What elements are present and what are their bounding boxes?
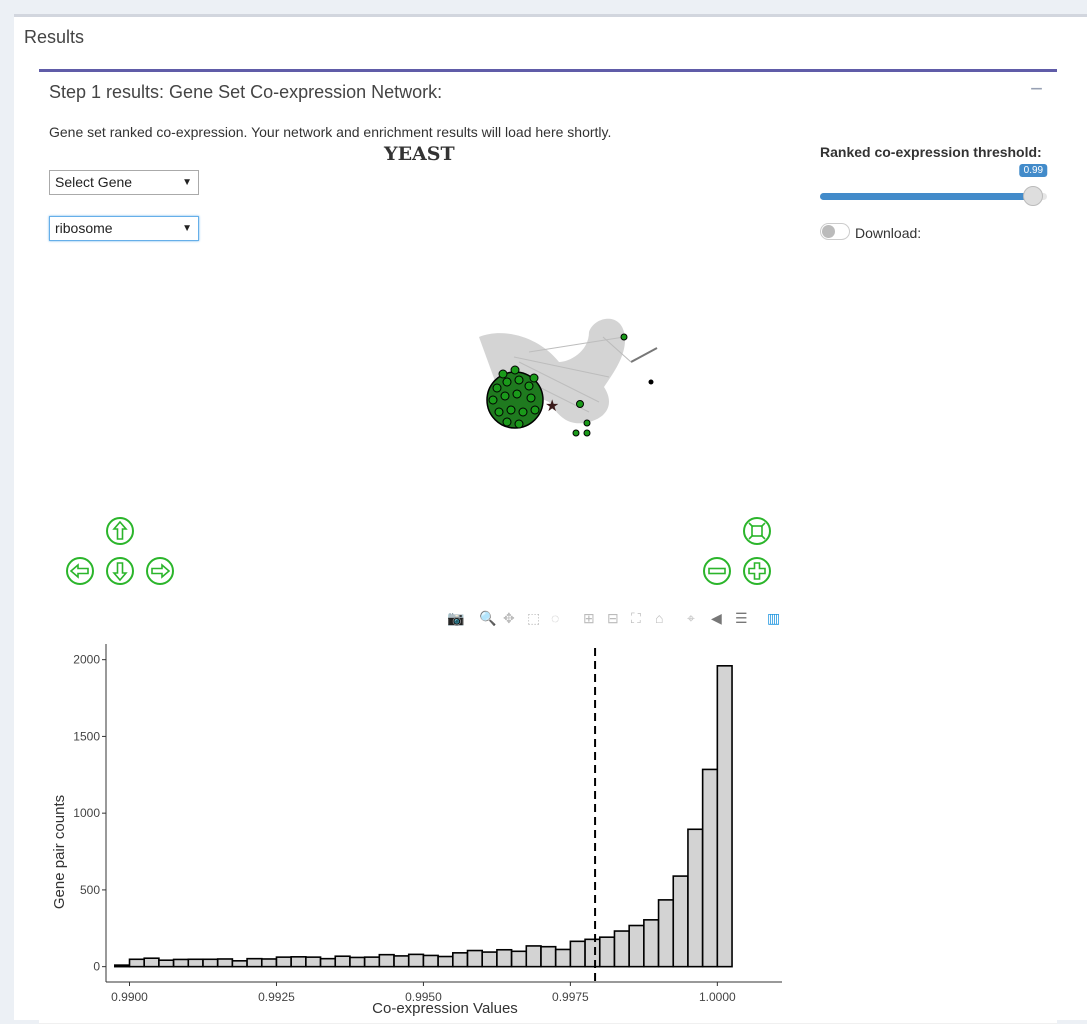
histogram-bar[interactable] (172, 958, 190, 968)
results-title: Results (24, 27, 85, 47)
collapse-button[interactable]: − (1030, 76, 1043, 102)
histogram-bar[interactable] (613, 930, 630, 968)
histogram-bar[interactable] (672, 875, 689, 968)
histogram-bar[interactable] (510, 950, 528, 968)
x-tick-label: 0.9975 (552, 990, 589, 1004)
gene-select-value: Select Gene (55, 174, 133, 190)
y-axis-label: Gene pair counts (51, 795, 68, 909)
histogram-bar[interactable] (202, 958, 219, 968)
x-tick-label: 0.9925 (258, 990, 295, 1004)
results-box: Results Step 1 results: Gene Set Co-expr… (14, 14, 1087, 1024)
histogram-bar[interactable] (378, 953, 395, 968)
histogram-bar[interactable] (701, 768, 719, 968)
network-title: YEAST (384, 143, 455, 165)
tail-nodes[interactable] (648, 367, 660, 385)
histogram-bar[interactable] (496, 948, 513, 968)
x-tick-label: 1.0000 (699, 990, 736, 1004)
histogram-bar[interactable] (657, 899, 675, 968)
histogram-bar[interactable] (334, 955, 351, 968)
download-label: Download: (855, 225, 922, 241)
x-axis-label: Co-expression Values (372, 1000, 518, 1017)
zoom-in-button[interactable] (742, 556, 772, 586)
histogram-bar[interactable] (422, 954, 439, 968)
dropdown-caret-icon: ▼ (182, 223, 192, 234)
histogram-bar[interactable] (319, 957, 337, 968)
x-tick-label: 0.9900 (111, 990, 148, 1004)
histogram-bar[interactable] (246, 957, 263, 968)
histogram-bar[interactable] (569, 940, 586, 968)
coexpression-histogram[interactable]: 05001000150020000.9900 0.9925 0.9950 0.9975… (39, 624, 799, 1024)
histogram-bar[interactable] (187, 958, 204, 968)
histogram-bar[interactable] (584, 938, 601, 968)
histogram-bar[interactable] (231, 960, 248, 968)
download-toggle[interactable] (820, 223, 850, 240)
threshold-slider[interactable]: 0.99 (820, 164, 1048, 206)
network-graph[interactable]: ★ (419, 292, 659, 442)
gene-set-select[interactable]: ribosome ▼ (49, 216, 199, 241)
histogram-bar[interactable] (628, 924, 645, 968)
histogram-bar[interactable] (158, 959, 175, 968)
slider-value-badge: 0.99 (1019, 164, 1048, 177)
histogram-bar[interactable] (393, 955, 410, 968)
histogram-bar[interactable] (598, 936, 616, 968)
y-tick-label: 0 (93, 960, 100, 974)
toggle-knob (822, 225, 835, 238)
histogram-bar[interactable] (407, 953, 425, 968)
histogram-bar[interactable] (554, 948, 572, 968)
y-tick-label: 1500 (73, 729, 100, 743)
histogram-bar[interactable] (216, 958, 234, 968)
histogram-bar[interactable] (437, 955, 454, 968)
pan-up-button[interactable] (105, 516, 135, 546)
y-tick-label: 1000 (73, 806, 100, 820)
gene-select[interactable]: Select Gene ▼ (49, 170, 199, 195)
pan-right-button[interactable] (145, 556, 175, 586)
histogram-bar[interactable] (540, 945, 557, 968)
histogram-bar[interactable] (643, 919, 660, 968)
histogram-bar[interactable] (275, 956, 292, 968)
histogram-bar[interactable] (481, 951, 498, 968)
info-text: Gene set ranked co-expression. Your netw… (49, 124, 612, 140)
y-tick-label: 2000 (73, 653, 100, 667)
histogram-bar[interactable] (349, 956, 366, 968)
fit-view-button[interactable] (742, 516, 772, 546)
histogram-bar[interactable] (305, 956, 322, 968)
histogram-bar[interactable] (290, 956, 307, 968)
y-tick-label: 500 (80, 883, 100, 897)
panel-title: Step 1 results: Gene Set Co-expression N… (49, 82, 443, 102)
histogram-bar[interactable] (687, 828, 704, 968)
dropdown-caret-icon: ▼ (182, 177, 192, 188)
threshold-label: Ranked co-expression threshold: (820, 144, 1042, 160)
slider-handle[interactable] (1023, 186, 1044, 206)
histogram-bar[interactable] (114, 964, 131, 968)
histogram-bar[interactable] (466, 949, 484, 968)
pan-down-button[interactable] (105, 556, 135, 586)
histogram-bar[interactable] (143, 957, 160, 968)
pan-left-button[interactable] (65, 556, 95, 586)
query-star-icon: ★ (545, 398, 559, 415)
histogram-bar[interactable] (525, 945, 542, 968)
histogram-bar[interactable] (128, 958, 146, 968)
gene-set-select-value: ribosome (55, 220, 113, 236)
step1-panel: Step 1 results: Gene Set Co-expression N… (39, 69, 1057, 1024)
histogram-bar[interactable] (363, 956, 381, 968)
slider-fill (820, 193, 1034, 200)
zoom-out-button[interactable] (702, 556, 732, 586)
histogram-bar[interactable] (716, 665, 733, 968)
histogram-bar[interactable] (260, 958, 278, 968)
histogram-bar[interactable] (452, 952, 469, 968)
